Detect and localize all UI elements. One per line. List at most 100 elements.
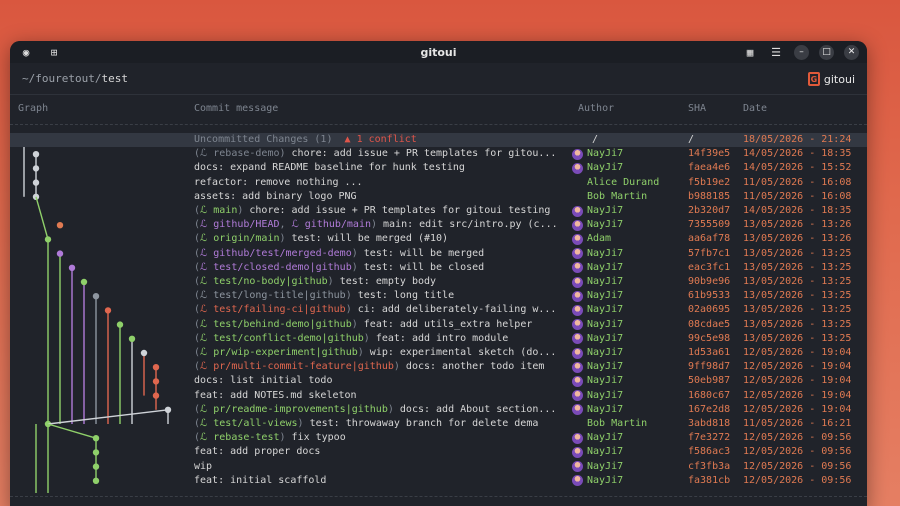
commit-sha[interactable]: 1d53a61 <box>688 346 730 360</box>
commit-author: Bob Martin <box>587 418 648 429</box>
avatar <box>572 148 583 160</box>
commit-message: refactor: remove nothing ... <box>194 176 570 190</box>
commit-row[interactable]: feat: initial scaffold NayJi7 fa381cb 12/05… <box>10 474 867 488</box>
avatar <box>572 219 583 231</box>
commit-message: (ℒ test/failing-ci|github) ci: add delib… <box>194 304 557 316</box>
commit-row[interactable]: feat: add NOTES.md skeleton NayJi7 1680c67… <box>10 389 867 403</box>
commit-sha[interactable]: faea4e6 <box>688 161 730 175</box>
commit-row[interactable]: (ℒ main) chore: add issue + PR templates… <box>10 204 867 218</box>
commit-row[interactable]: (ℒ test/no-body|github) test: empty body… <box>10 275 867 289</box>
commit-sha[interactable]: 9ff98d7 <box>688 360 730 374</box>
uncommitted-row[interactable]: Uncommitted Changes (1) ▲ 1 conflict / /… <box>10 133 867 148</box>
branch-ref[interactable]: ℒ test/conflict-demo|github <box>200 333 364 344</box>
path-current: test <box>101 72 128 85</box>
commit-row[interactable]: (ℒ origin/main) test: will be merged (#1… <box>10 232 867 246</box>
branch-ref[interactable]: ℒ main <box>200 205 237 216</box>
commit-row[interactable]: (ℒ test/long-title|github) test: long ti… <box>10 289 867 303</box>
commit-sha[interactable]: f7e3272 <box>688 431 730 445</box>
commit-row[interactable]: (ℒ rebase-test) fix typoo NayJi7 f7e3272 12… <box>10 431 867 445</box>
commit-row[interactable]: wip NayJi7 cf3fb3a 12/05/2026 - 09:56 <box>10 460 867 474</box>
commit-sha[interactable]: f5b19e2 <box>688 176 730 190</box>
commit-subject: refactor: remove nothing ... <box>194 176 363 188</box>
commit-sha[interactable]: 7355509 <box>688 218 730 232</box>
commit-sha[interactable]: 1680c67 <box>688 389 730 403</box>
commit-sha[interactable]: 99c5e98 <box>688 332 730 346</box>
branch-ref[interactable]: ℒ pr/readme-improvements|github <box>200 404 388 415</box>
author-header[interactable]: Author <box>578 103 614 114</box>
new-tab-icon[interactable]: ⊞ <box>46 44 62 60</box>
commit-sha[interactable]: 57fb7c1 <box>688 247 730 261</box>
commit-row[interactable]: assets: add binary logo PNG Bob Martin b98… <box>10 190 867 204</box>
branch-ref[interactable]: ℒ test/closed-demo|github <box>200 262 352 273</box>
branch-ref[interactable]: ℒ rebase-test <box>200 432 279 443</box>
commit-author: NayJi7 <box>572 474 682 488</box>
branch-ref[interactable]: ℒ github/test/merged-demo <box>200 248 352 259</box>
branch-ref[interactable]: ℒ test/all-views <box>200 418 298 429</box>
commit-author: NayJi7 <box>572 431 682 445</box>
avatar <box>572 304 583 316</box>
commit-message: (ℒ test/all-views) test: throwaway branc… <box>194 418 539 429</box>
commit-date: 11/05/2026 - 16:08 <box>743 176 852 188</box>
commit-row[interactable]: (ℒ test/closed-demo|github) test: will b… <box>10 261 867 275</box>
commit-row[interactable]: docs: expand README baseline for hunk te… <box>10 161 867 175</box>
uncommitted-date: 18/05/2026 - 21:24 <box>743 134 852 145</box>
commit-sha[interactable]: cf3fb3a <box>688 460 730 474</box>
close-button[interactable]: ✕ <box>844 44 859 60</box>
sha-header[interactable]: SHA <box>688 103 706 114</box>
avatar <box>572 262 583 274</box>
commit-row[interactable]: (ℒ test/behind-demo|github) feat: add ut… <box>10 318 867 332</box>
date-header[interactable]: Date <box>743 103 767 114</box>
grid-view-icon[interactable]: ▦ <box>742 44 758 60</box>
commit-sha[interactable]: eac3fc1 <box>688 261 730 275</box>
commit-sha[interactable]: f586ac3 <box>688 445 730 459</box>
hamburger-menu-icon[interactable]: ☰ <box>768 44 784 60</box>
branch-ref[interactable]: ℒ test/no-body|github <box>200 276 328 287</box>
commit-row[interactable]: refactor: remove nothing ... Alice Durand… <box>10 176 867 190</box>
commit-row[interactable]: docs: list initial todo NayJi7 50eb987 12/0… <box>10 374 867 388</box>
branch-ref[interactable]: ℒ rebase-demo <box>200 148 279 159</box>
branch-ref[interactable]: ℒ origin/main <box>200 233 279 244</box>
commit-row[interactable]: (ℒ github/HEAD, ℒ github/main) main: edi… <box>10 218 867 232</box>
branch-ref[interactable]: ℒ pr/wip-experiment|github <box>200 347 358 358</box>
commit-row[interactable]: (ℒ pr/readme-improvements|github) docs: … <box>10 403 867 417</box>
commit-subject: ci: add deliberately-failing w... <box>357 304 557 316</box>
branch-ref[interactable]: ℒ test/failing-ci|github <box>200 304 346 315</box>
commit-date: 14/05/2026 - 18:35 <box>743 148 852 160</box>
commit-sha[interactable]: 2b320d7 <box>688 204 730 218</box>
commit-row[interactable]: (ℒ test/failing-ci|github) ci: add delib… <box>10 303 867 317</box>
commit-sha[interactable]: 14f39e5 <box>688 147 730 161</box>
commit-message: (ℒ rebase-demo) chore: add issue + PR te… <box>194 148 557 160</box>
branch-ref[interactable]: ℒ github/main <box>292 219 371 230</box>
commit-sha[interactable]: fa381cb <box>688 474 730 488</box>
commit-row[interactable]: (ℒ test/all-views) test: throwaway branc… <box>10 417 867 431</box>
branch-ref[interactable]: ℒ test/behind-demo|github <box>200 319 352 330</box>
minimize-button[interactable]: – <box>794 44 809 60</box>
branch-ref[interactable]: ℒ github/HEAD <box>200 219 279 230</box>
app-menu-icon[interactable]: ◉ <box>18 44 34 60</box>
commit-sha[interactable]: aa6af78 <box>688 232 730 246</box>
commit-date: 12/05/2026 - 09:56 <box>743 460 852 472</box>
commit-message: (ℒ test/long-title|github) test: long ti… <box>194 290 455 302</box>
commit-sha[interactable]: b988185 <box>688 190 730 204</box>
commit-sha[interactable]: 02a0695 <box>688 303 730 317</box>
branch-ref[interactable]: ℒ pr/multi-commit-feature|github <box>200 361 394 372</box>
avatar <box>572 404 583 416</box>
commit-date: 12/05/2026 - 09:56 <box>743 446 852 458</box>
commit-sha[interactable]: 167e2d8 <box>688 403 730 417</box>
commit-sha[interactable]: 61b9533 <box>688 289 730 303</box>
branch-ref[interactable]: ℒ test/long-title|github <box>200 290 346 301</box>
commit-sha[interactable]: 08cdae5 <box>688 318 730 332</box>
commit-sha[interactable]: 50eb987 <box>688 374 730 388</box>
commit-date: 13/05/2026 - 13:25 <box>743 318 852 330</box>
commit-row[interactable]: (ℒ test/conflict-demo|github) feat: add … <box>10 332 867 346</box>
commit-row[interactable]: (ℒ rebase-demo) chore: add issue + PR te… <box>10 147 867 161</box>
commit-row[interactable]: feat: add proper docs NayJi7 f586ac3 12/05/… <box>10 445 867 459</box>
commit-row[interactable]: (ℒ github/test/merged-demo) test: will b… <box>10 247 867 261</box>
commit-sha[interactable]: 90b9e96 <box>688 275 730 289</box>
commit-sha[interactable]: 3abd818 <box>688 417 730 431</box>
commit-row[interactable]: (ℒ pr/multi-commit-feature|github) docs:… <box>10 360 867 374</box>
maximize-button[interactable]: □ <box>819 44 834 60</box>
commit-date: 14/05/2026 - 18:35 <box>743 205 852 216</box>
commit-date: 12/05/2026 - 09:56 <box>743 474 852 486</box>
commit-row[interactable]: (ℒ pr/wip-experiment|github) wip: experi… <box>10 346 867 360</box>
